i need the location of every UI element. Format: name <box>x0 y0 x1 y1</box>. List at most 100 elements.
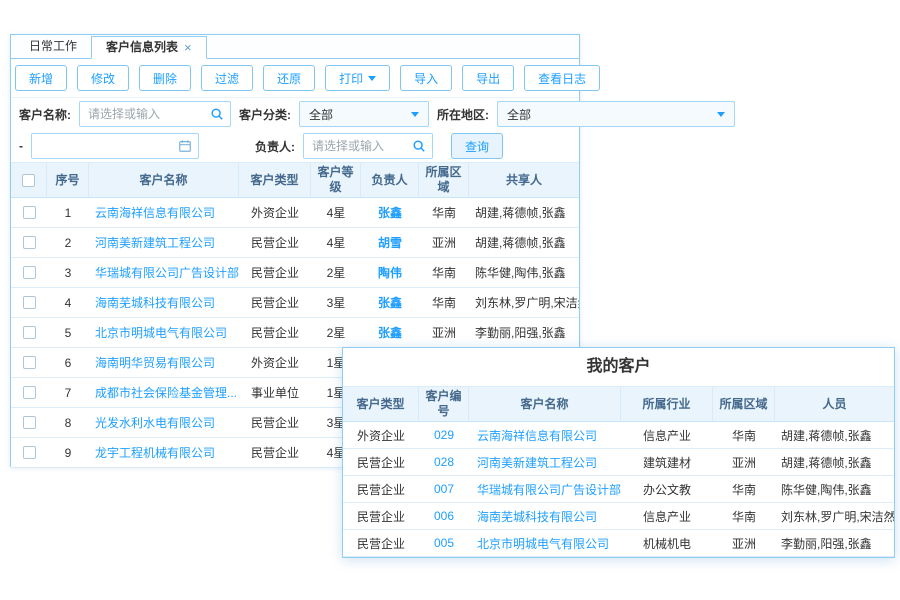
customer-name-link[interactable]: 成都市社会保险基金管理... <box>95 386 237 400</box>
customer-category-select[interactable]: 全部 <box>299 101 429 127</box>
row-checkbox[interactable] <box>23 386 36 399</box>
customer-name-link[interactable]: 河南美新建筑工程公司 <box>477 456 597 470</box>
print-button[interactable]: 打印 <box>325 65 390 91</box>
tab-daily-work[interactable]: 日常工作 <box>15 35 91 58</box>
owner-input-wrap <box>303 133 433 159</box>
customer-name-link[interactable]: 海南芜城科技有限公司 <box>95 296 215 310</box>
customer-name-link[interactable]: 华瑞城有限公司广告设计部 <box>95 266 239 280</box>
customer-name-cell: 华瑞城有限公司广告设计部 <box>89 264 239 281</box>
customer-name-link[interactable]: 龙宇工程机械有限公司 <box>95 446 215 460</box>
shared-users: 李勤丽,阳强,张鑫 <box>469 324 579 341</box>
customer-name-cell: 河南美新建筑工程公司 <box>89 234 239 251</box>
owner-link[interactable]: 陶伟 <box>378 266 402 280</box>
tab-customer-list[interactable]: 客户信息列表 × <box>91 36 207 59</box>
customer-name-cell: 海南芜城科技有限公司 <box>469 508 621 525</box>
add-button[interactable]: 新增 <box>15 65 67 91</box>
header-region: 所属区域 <box>419 163 469 197</box>
customer-name-cell: 龙宇工程机械有限公司 <box>89 444 239 461</box>
customer-name-link[interactable]: 云南海祥信息有限公司 <box>477 429 597 443</box>
customer-code-link[interactable]: 005 <box>434 536 454 550</box>
customer-name-input-wrap <box>79 101 231 127</box>
shared-users: 刘东林,罗广明,宋洁然,张鑫 <box>469 294 579 311</box>
staff: 胡建,蒋德帧,张鑫 <box>775 454 894 471</box>
customer-name-link[interactable]: 海南明华贸易有限公司 <box>95 356 215 370</box>
customer-name-link[interactable]: 华瑞城有限公司广告设计部 <box>477 483 621 497</box>
customer-category-label: 客户分类: <box>239 106 291 123</box>
row-index: 9 <box>47 446 89 460</box>
my-customer-row[interactable]: 民营企业 007 华瑞城有限公司广告设计部 办公文教 华南 陈华健,陶伟,张鑫 <box>343 476 894 503</box>
toolbar: 新增 修改 删除 过滤 还原 打印 导入 导出 查看日志 <box>11 59 579 98</box>
owner-link[interactable]: 张鑫 <box>378 206 402 220</box>
region: 亚洲 <box>713 454 775 471</box>
row-checkbox[interactable] <box>23 206 36 219</box>
chevron-down-icon <box>717 112 725 117</box>
row-checkbox[interactable] <box>23 326 36 339</box>
search-icon[interactable] <box>412 139 426 153</box>
row-checkbox[interactable] <box>23 236 36 249</box>
customer-code-link[interactable]: 028 <box>434 455 454 469</box>
customer-name-label: 客户名称: <box>19 106 71 123</box>
customer-code-link[interactable]: 029 <box>434 428 454 442</box>
customer-name-input[interactable] <box>79 101 231 127</box>
customer-name-link[interactable]: 河南美新建筑工程公司 <box>95 236 215 250</box>
calendar-icon[interactable] <box>178 139 192 153</box>
chevron-down-icon <box>411 112 419 117</box>
region: 华南 <box>419 204 469 221</box>
customer-name-cell: 云南海祥信息有限公司 <box>89 204 239 221</box>
my-customer-row[interactable]: 外资企业 029 云南海祥信息有限公司 信息产业 华南 胡建,蒋德帧,张鑫 <box>343 422 894 449</box>
header-customer-level: 客户等级 <box>311 163 361 197</box>
area-select[interactable]: 全部 <box>497 101 735 127</box>
restore-button[interactable]: 还原 <box>263 65 315 91</box>
search-icon[interactable] <box>210 107 224 121</box>
owner-link[interactable]: 胡雪 <box>378 236 402 250</box>
customer-name-link[interactable]: 光发水利水电有限公司 <box>95 416 215 430</box>
shared-users: 陈华健,陶伟,张鑫 <box>469 264 579 281</box>
row-checkbox[interactable] <box>23 266 36 279</box>
query-button[interactable]: 查询 <box>451 133 503 159</box>
my-customer-row[interactable]: 民营企业 006 海南芜城科技有限公司 信息产业 华南 刘东林,罗广明,宋洁然.… <box>343 503 894 530</box>
customer-code-link[interactable]: 006 <box>434 509 454 523</box>
customer-type: 民营企业 <box>239 414 311 431</box>
customer-row[interactable]: 5 北京市明城电气有限公司 民营企业 2星 张鑫 亚洲 李勤丽,阳强,张鑫 <box>11 318 579 348</box>
row-checkbox[interactable] <box>23 416 36 429</box>
row-checkbox[interactable] <box>23 356 36 369</box>
view-log-button[interactable]: 查看日志 <box>524 65 600 91</box>
row-checkbox[interactable] <box>23 446 36 459</box>
my-customer-row[interactable]: 民营企业 005 北京市明城电气有限公司 机械机电 亚洲 李勤丽,阳强,张鑫 <box>343 530 894 557</box>
my-customer-row[interactable]: 民营企业 028 河南美新建筑工程公司 建筑建材 亚洲 胡建,蒋德帧,张鑫 <box>343 449 894 476</box>
row-checkbox-cell <box>11 326 47 339</box>
owner-link[interactable]: 张鑫 <box>378 296 402 310</box>
tab-bar: 日常工作 客户信息列表 × <box>11 35 579 59</box>
region: 亚洲 <box>713 535 775 552</box>
date-input[interactable] <box>31 133 199 159</box>
edit-button[interactable]: 修改 <box>77 65 129 91</box>
customer-type: 外资企业 <box>239 354 311 371</box>
customer-type: 民营企业 <box>239 264 311 281</box>
print-button-label: 打印 <box>339 70 363 87</box>
select-all-checkbox[interactable] <box>22 174 35 187</box>
customer-name-link[interactable]: 云南海祥信息有限公司 <box>95 206 215 220</box>
customer-row[interactable]: 3 华瑞城有限公司广告设计部 民营企业 2星 陶伟 华南 陈华健,陶伟,张鑫 <box>11 258 579 288</box>
customer-code-link[interactable]: 007 <box>434 482 454 496</box>
customer-code-cell: 005 <box>419 534 469 552</box>
select-all-cell <box>11 163 47 197</box>
export-button[interactable]: 导出 <box>462 65 514 91</box>
customer-row[interactable]: 4 海南芜城科技有限公司 民营企业 3星 张鑫 华南 刘东林,罗广明,宋洁然,张… <box>11 288 579 318</box>
customer-name-cell: 云南海祥信息有限公司 <box>469 427 621 444</box>
industry: 办公文教 <box>621 481 713 498</box>
close-tab-icon[interactable]: × <box>184 41 192 54</box>
delete-button[interactable]: 删除 <box>139 65 191 91</box>
filter-button[interactable]: 过滤 <box>201 65 253 91</box>
customer-row[interactable]: 2 河南美新建筑工程公司 民营企业 4星 胡雪 亚洲 胡建,蒋德帧,张鑫 <box>11 228 579 258</box>
owner-cell: 陶伟 <box>361 264 419 281</box>
customer-type: 民营企业 <box>239 324 311 341</box>
owner-link[interactable]: 张鑫 <box>378 326 402 340</box>
row-checkbox[interactable] <box>23 296 36 309</box>
customer-name-link[interactable]: 北京市明城电气有限公司 <box>477 537 609 551</box>
customer-row[interactable]: 1 云南海祥信息有限公司 外资企业 4星 张鑫 华南 胡建,蒋德帧,张鑫 <box>11 198 579 228</box>
customer-name-link[interactable]: 北京市明城电气有限公司 <box>95 326 227 340</box>
customer-name-link[interactable]: 海南芜城科技有限公司 <box>477 510 597 524</box>
customer-category-value: 全部 <box>309 106 333 123</box>
import-button[interactable]: 导入 <box>400 65 452 91</box>
industry: 机械机电 <box>621 535 713 552</box>
